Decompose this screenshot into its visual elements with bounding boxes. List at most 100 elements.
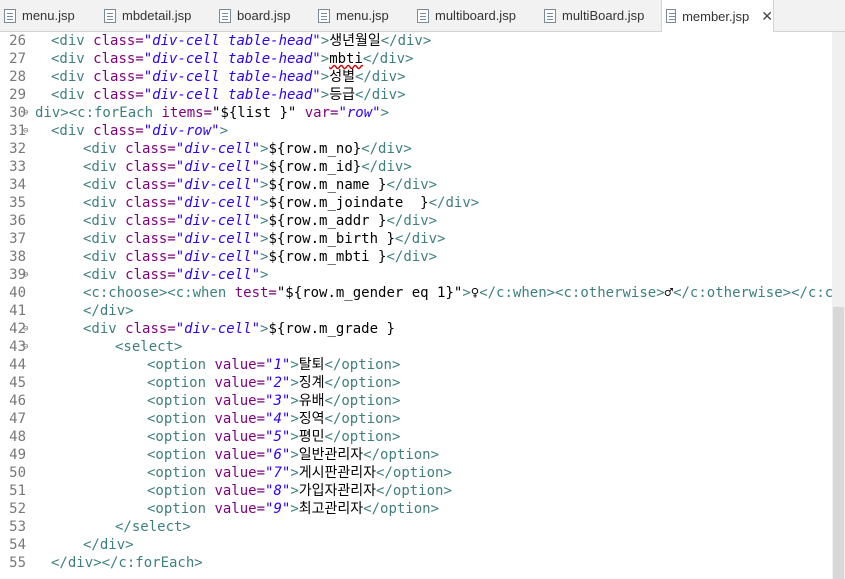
vertical-scrollbar[interactable]	[832, 32, 845, 579]
code-line[interactable]: 31 ⊖ <div class="div-row">	[0, 122, 832, 140]
code-token: >	[290, 447, 299, 463]
code-line[interactable]: 34 <div class="div-cell">${row.m_name }</…	[0, 176, 832, 194]
code-token: div><c:forEach	[35, 105, 162, 121]
code-token: class=	[125, 159, 176, 175]
code-editor[interactable]: 26 <div class="div-cell table-head">생년월일<…	[0, 32, 832, 579]
code-token: <option	[147, 483, 215, 499]
code-token: "1"	[265, 357, 291, 373]
code-token: </div></c:forEach>	[51, 555, 203, 571]
line-number: 34	[9, 177, 26, 193]
code-token: <option	[147, 447, 215, 463]
code-token: </div>	[380, 33, 432, 49]
code-line[interactable]: 36 <div class="div-cell">${row.m_addr }</…	[0, 212, 832, 230]
code-text: <div class="div-row">	[51, 122, 228, 140]
code-line[interactable]: 32 <div class="div-cell">${row.m_no}</div…	[0, 140, 832, 158]
code-token: <div	[83, 231, 126, 247]
code-token: <div	[51, 87, 94, 103]
code-token: </option>	[324, 393, 401, 409]
fold-toggle-icon[interactable]: ⊖	[23, 338, 33, 356]
code-token: </option>	[376, 465, 452, 481]
code-token: <option	[147, 501, 215, 517]
jsp-file-icon	[4, 8, 16, 23]
scrollbar-thumb[interactable]	[833, 307, 844, 579]
code-token: value=	[214, 447, 266, 463]
code-text: <option value="9">최고관리자</option>	[147, 500, 439, 518]
code-line[interactable]: 53 </select>	[0, 518, 832, 536]
line-number: 35	[9, 195, 26, 211]
line-number: 49	[9, 447, 26, 463]
code-token: "row"	[338, 105, 381, 121]
code-token: </div>	[386, 249, 438, 265]
fold-toggle-icon[interactable]: ⊖	[23, 320, 33, 338]
code-line[interactable]: 47 <option value="4">징역</option>	[0, 410, 832, 428]
code-line[interactable]: 33 <div class="div-cell">${row.m_id}</div…	[0, 158, 832, 176]
code-text: <c:choose><c:when test="${row.m_gender e…	[83, 284, 832, 302]
line-number: 33	[9, 159, 26, 175]
code-line[interactable]: 44 <option value="1">탈퇴</option>	[0, 356, 832, 374]
code-token: ${row.m_mbti }	[268, 249, 387, 265]
code-token: <div	[51, 69, 94, 85]
code-line[interactable]: 29 <div class="div-cell table-head">등급</d…	[0, 86, 832, 104]
code-line[interactable]: 54 </div>	[0, 536, 832, 554]
tab-2[interactable]: board.jsp	[215, 0, 314, 31]
line-number: 38	[9, 249, 26, 265]
code-token: <div	[83, 159, 126, 175]
code-token: </c:otherwise></c:choose	[673, 285, 832, 301]
code-token: <option	[147, 465, 215, 481]
line-number: 51	[9, 483, 26, 499]
tab-4[interactable]: multiboard.jsp	[413, 0, 540, 31]
line-number: 52	[9, 501, 26, 517]
close-icon[interactable]: ✕	[761, 8, 773, 25]
code-token: var=	[304, 105, 339, 121]
code-line[interactable]: 42 ⊖ <div class="div-cell">${row.m_grade }	[0, 320, 832, 338]
code-line[interactable]: 27 <div class="div-cell table-head">mbti<…	[0, 50, 832, 68]
code-line[interactable]: 55 </div></c:forEach>	[0, 554, 832, 572]
code-line[interactable]: 46 <option value="3">유배</option>	[0, 392, 832, 410]
code-token: ${row.m_addr }	[268, 213, 387, 229]
code-line[interactable]: 37 <div class="div-cell">${row.m_birth }<…	[0, 230, 832, 248]
jsp-file-icon	[417, 8, 429, 23]
code-line[interactable]: 51 <option value="8">가입자관리자</option>	[0, 482, 832, 500]
code-token: </div>	[354, 69, 406, 85]
code-token: >	[290, 411, 299, 427]
code-line[interactable]: 30 ⊖ div><c:forEach items="${list }" var="…	[0, 104, 832, 122]
code-token: items=	[161, 105, 213, 121]
code-token: <div	[83, 195, 126, 211]
code-line[interactable]: 40 <c:choose><c:when test="${row.m_gender…	[0, 284, 832, 302]
tab-6[interactable]: member.jsp ✕	[661, 0, 774, 32]
code-line[interactable]: 28 <div class="div-cell table-head">성별</d…	[0, 68, 832, 86]
code-line[interactable]: 48 <option value="5">평민</option>	[0, 428, 832, 446]
code-token: value=	[214, 411, 266, 427]
jsp-file-icon	[219, 8, 231, 23]
tab-5[interactable]: multiBoard.jsp	[540, 0, 661, 31]
code-line[interactable]: 49 <option value="6">일반관리자</option>	[0, 446, 832, 464]
code-line[interactable]: 26 <div class="div-cell table-head">생년월일<…	[0, 32, 832, 50]
code-text: <div class="div-cell">${row.m_mbti }</di…	[83, 248, 437, 266]
code-line[interactable]: 45 <option value="2">징계</option>	[0, 374, 832, 392]
code-token: "${row.m_gender eq 1}"	[276, 285, 463, 301]
code-line[interactable]: 35 <div class="div-cell">${row.m_joindate…	[0, 194, 832, 212]
fold-toggle-icon[interactable]: ⊖	[23, 266, 33, 284]
code-token: class=	[125, 267, 176, 283]
code-token: value=	[214, 375, 266, 391]
line-number: 48	[9, 429, 26, 445]
code-line[interactable]: 50 <option value="7">게시판관리자</option>	[0, 464, 832, 482]
fold-toggle-icon[interactable]: ⊖	[23, 122, 33, 140]
code-line[interactable]: 39 ⊖ <div class="div-cell">	[0, 266, 832, 284]
code-token: >	[219, 123, 229, 139]
code-line[interactable]: 52 <option value="9">최고관리자</option>	[0, 500, 832, 518]
line-number: 26	[9, 33, 26, 49]
code-token: <div	[51, 123, 94, 139]
code-token: 최고관리자	[298, 501, 364, 517]
code-token: 생년월일	[329, 33, 381, 49]
fold-toggle-icon[interactable]: ⊖	[23, 104, 33, 122]
code-token: "div-cell"	[175, 141, 261, 157]
tab-3[interactable]: menu.jsp	[314, 0, 413, 31]
code-token: ${row.m_joindate }	[268, 195, 429, 211]
code-line[interactable]: 38 <div class="div-cell">${row.m_mbti }</…	[0, 248, 832, 266]
code-line[interactable]: 43 ⊖ <select>	[0, 338, 832, 356]
tab-1[interactable]: mbdetail.jsp	[100, 0, 215, 31]
code-token: </select>	[115, 519, 191, 535]
tab-0[interactable]: menu.jsp	[0, 0, 100, 31]
code-line[interactable]: 41 </div>	[0, 302, 832, 320]
